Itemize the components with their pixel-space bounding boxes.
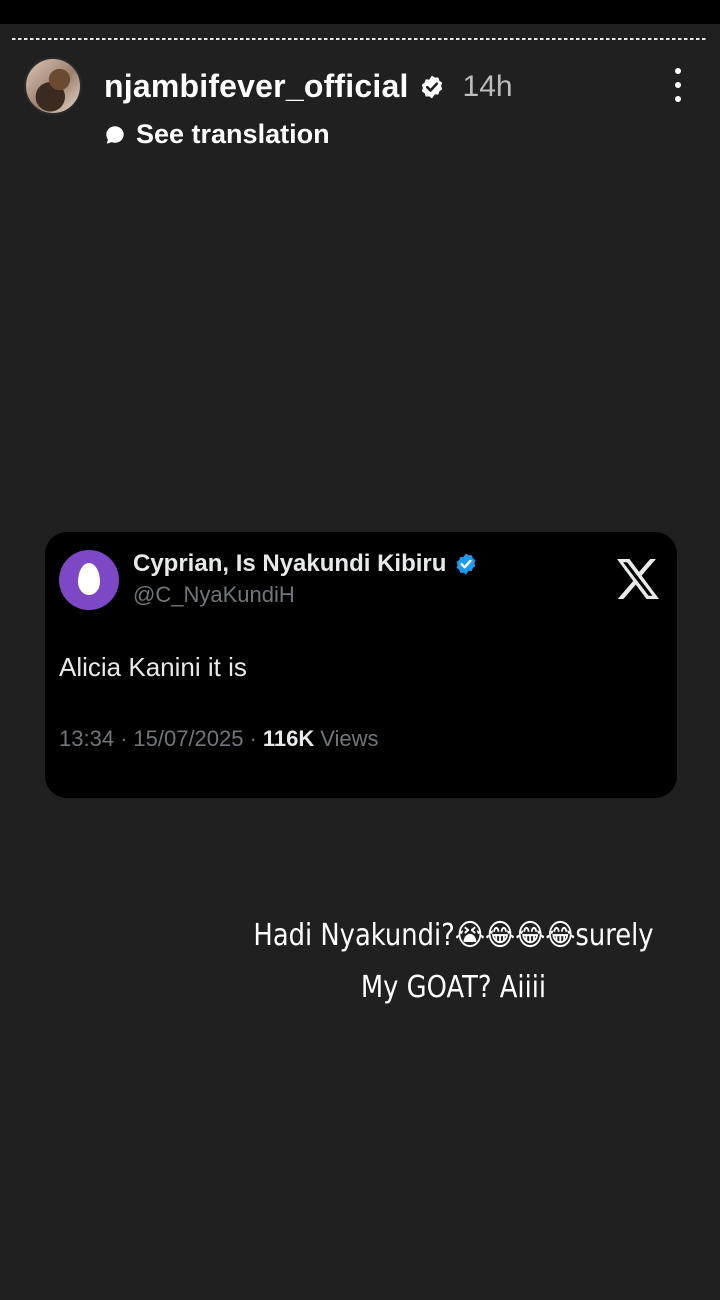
tweet-author-name: Cyprian, Is Nyakundi Kibiru: [133, 550, 447, 577]
speech-bubble-icon: [106, 125, 124, 144]
meta-separator: ·: [120, 726, 128, 751]
caption-line-1: Hadi Nyakundi?😭😂😂😂surely: [253, 918, 654, 953]
username[interactable]: njambifever_official: [104, 68, 409, 105]
tweet-date: 15/07/2025: [133, 726, 244, 751]
meta-separator: ·: [249, 726, 257, 751]
tweet-meta: 13:34 · 15/07/2025 · 116K Views: [59, 726, 379, 752]
tweet-author-handle: @C_NyaKundiH: [133, 582, 295, 607]
tweet-card: Cyprian, Is Nyakundi Kibiru @C_NyaKundiH…: [45, 532, 677, 798]
tweet-time: 13:34: [59, 726, 115, 751]
tweet-views-count: 116K: [262, 726, 315, 751]
username-row: njambifever_official 14h: [104, 68, 513, 105]
more-options-button[interactable]: [668, 68, 688, 102]
see-translation-button[interactable]: See translation: [104, 119, 330, 150]
story-viewer[interactable]: njambifever_official 14h See translation…: [0, 24, 720, 1300]
x-logo-icon: [617, 559, 659, 599]
tweet-views-label: Views: [320, 726, 379, 751]
more-vertical-icon: [675, 68, 681, 74]
tweet-avatar: [59, 550, 119, 610]
caption-line-2: My GOAT? Aiiii: [360, 970, 547, 1005]
tweet-text: Alicia Kanini it is: [59, 652, 247, 682]
post-time: 14h: [462, 69, 513, 103]
story-caption: Hadi Nyakundi?😭😂😂😂surely My GOAT? Aiiii: [239, 910, 669, 1014]
verified-badge-icon: [421, 75, 442, 98]
tweet-author-row: Cyprian, Is Nyakundi Kibiru: [133, 550, 478, 578]
story-header: njambifever_official 14h See translation: [0, 24, 720, 149]
default-egg-icon: [78, 563, 100, 595]
verified-badge-icon: [457, 553, 476, 575]
profile-avatar[interactable]: [24, 57, 82, 115]
see-translation-label: See translation: [136, 119, 330, 149]
